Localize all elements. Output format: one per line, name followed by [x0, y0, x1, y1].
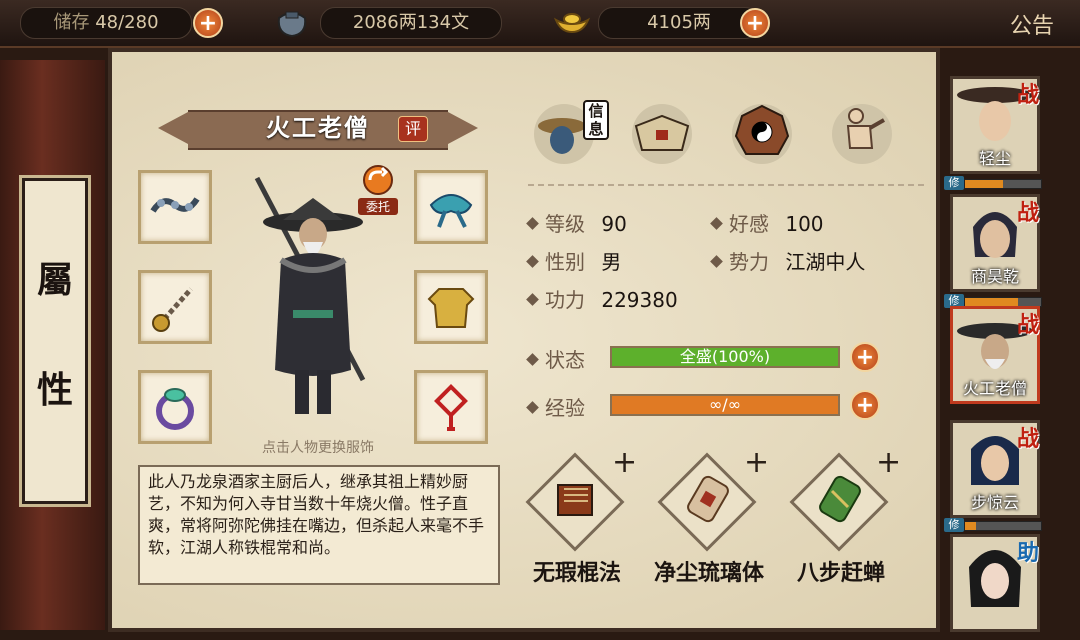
scroll-icon [687, 475, 729, 523]
roster-3-name: 火工老僧 [962, 379, 1027, 398]
skill-1-name: 无瑕棍法 [532, 561, 621, 586]
roster-1-name: 轻尘 [978, 149, 1011, 168]
tab-divider [528, 184, 928, 186]
character-description: 此人乃龙泉酒家主厨后人，继承其祖上精妙厨艺，不知为何入寺甘当数十年烧火僧。性子直… [138, 465, 500, 585]
roster-1-tag: 战 [1016, 83, 1039, 108]
party-roster: 战 轻尘 修 战 商昊乾 修 战 火工老僧 战 步惊云 修 助 [944, 48, 1080, 640]
bag-expand-button[interactable]: + [193, 8, 223, 38]
roster-4-tag: 战 [1016, 427, 1039, 452]
stat-faction: 势力 江湖中人 [710, 246, 866, 275]
skill-slot-1[interactable]: + 无瑕棍法 [522, 445, 637, 586]
gold-ingot-icon [553, 13, 591, 34]
equip-slot-armor[interactable] [414, 270, 488, 344]
roster-card-1[interactable]: 战 轻尘 [950, 76, 1040, 174]
equip-slot-hidden-weapon[interactable] [138, 270, 212, 344]
faction-label: 势力 [729, 250, 769, 274]
change-outfit-hint: 点击人物更换服饰 [262, 440, 374, 456]
faction-value: 江湖中人 [785, 250, 866, 274]
exp-bar: ∞/∞ [610, 394, 840, 416]
character-name: 火工老僧 [266, 114, 370, 142]
headscarf-icon [429, 194, 473, 228]
rate-badge[interactable]: 评 [398, 116, 428, 142]
stat-power: 功力 229380 [526, 284, 678, 313]
stat-favor: 好感 100 [710, 208, 824, 237]
chinese-knot-icon [434, 384, 468, 431]
name-banner: 火工老僧 评 [158, 106, 478, 150]
bag-label: 储存 [53, 12, 90, 33]
tab-info-label: 信息 [583, 100, 609, 140]
level-value: 90 [601, 212, 627, 236]
roster-3-tag: 战 [1016, 313, 1039, 338]
jade-ring-icon [156, 388, 194, 430]
equip-slot-ring[interactable] [138, 370, 212, 444]
chain-whip-icon [150, 197, 200, 213]
scroll-char-1: 屬 [36, 259, 73, 301]
skill-1-add[interactable]: + [612, 445, 637, 480]
exp-value: ∞/∞ [708, 395, 742, 414]
coin-pouch-icon [277, 11, 307, 38]
scroll-char-2: 性 [36, 369, 73, 411]
gender-label: 性别 [545, 250, 585, 274]
roster-4-bar [964, 521, 1042, 531]
golden-armor-icon [427, 288, 475, 328]
exp-row: 经验 [526, 392, 585, 421]
ingot-buy-button[interactable]: + [740, 8, 770, 38]
skill-2-add[interactable]: + [744, 445, 769, 480]
stat-level: 等级 90 [526, 208, 627, 237]
status-value: 全盛(100%) [679, 347, 771, 366]
equip-slot-head[interactable] [414, 170, 488, 244]
skill-3-name: 八步赶蝉 [796, 561, 885, 586]
roster-card-2[interactable]: 战 商昊乾 [950, 194, 1040, 292]
tab-bagua[interactable] [726, 96, 798, 168]
skill-2-name: 净尘琉璃体 [653, 561, 764, 586]
roster-2-name: 商昊乾 [970, 267, 1019, 286]
commission-label: 委托 [358, 198, 398, 215]
roster-card-5[interactable]: 助 [950, 534, 1040, 632]
stat-gender: 性别 男 [526, 246, 622, 275]
status-bar: 全盛(100%) [610, 346, 840, 368]
favor-value: 100 [785, 212, 824, 236]
ingot-amount: 4105两 [598, 7, 760, 39]
status-restore-button[interactable]: + [850, 342, 880, 372]
green-scroll-icon [819, 475, 861, 523]
roster-4-name: 步惊云 [970, 493, 1019, 512]
roster-5-tag: 助 [1016, 541, 1039, 566]
refresh-arrows-icon [363, 165, 393, 195]
favor-label: 好感 [729, 212, 769, 236]
roster-card-3[interactable]: 战 火工老僧 [950, 306, 1040, 404]
roster-1-bar [964, 179, 1042, 189]
attribute-tab-scroll[interactable]: 屬 性 [22, 178, 88, 504]
status-row: 状态 [526, 344, 585, 373]
martial-book-icon [557, 484, 593, 516]
exp-add-button[interactable]: + [850, 390, 880, 420]
roster-4-cultivate: 修 [944, 518, 964, 532]
bag-capacity: 储存 48/280 [20, 7, 192, 39]
power-label: 功力 [545, 288, 585, 312]
roster-1-cultivate: 修 [944, 176, 964, 190]
skill-slot-3[interactable]: + 八步赶蝉 [786, 445, 901, 586]
top-resource-bar: 储存 48/280 + 2086两134文 4105两 + 公告 [0, 0, 1080, 48]
notice-button[interactable]: 公告 [1010, 8, 1054, 40]
equip-slot-accessory[interactable] [414, 370, 488, 444]
skill-3-add[interactable]: + [876, 445, 901, 480]
meteor-hammer-icon [152, 287, 193, 332]
gender-value: 男 [601, 250, 622, 274]
skill-slot-2[interactable]: + 净尘琉璃体 [654, 445, 769, 586]
tab-meridian[interactable] [826, 96, 898, 168]
equip-slot-weapon[interactable] [138, 170, 212, 244]
bag-count: 48/280 [95, 12, 159, 33]
tab-equipment-box[interactable] [626, 96, 698, 168]
commission-button[interactable]: 委托 [358, 162, 398, 218]
roster-card-4[interactable]: 战 步惊云 [950, 420, 1040, 518]
coin-amount: 2086两134文 [320, 7, 502, 39]
status-label: 状态 [545, 348, 585, 372]
roster-2-tag: 战 [1016, 201, 1039, 226]
power-value: 229380 [601, 288, 678, 312]
exp-label: 经验 [545, 396, 585, 420]
level-label: 等级 [545, 212, 585, 236]
